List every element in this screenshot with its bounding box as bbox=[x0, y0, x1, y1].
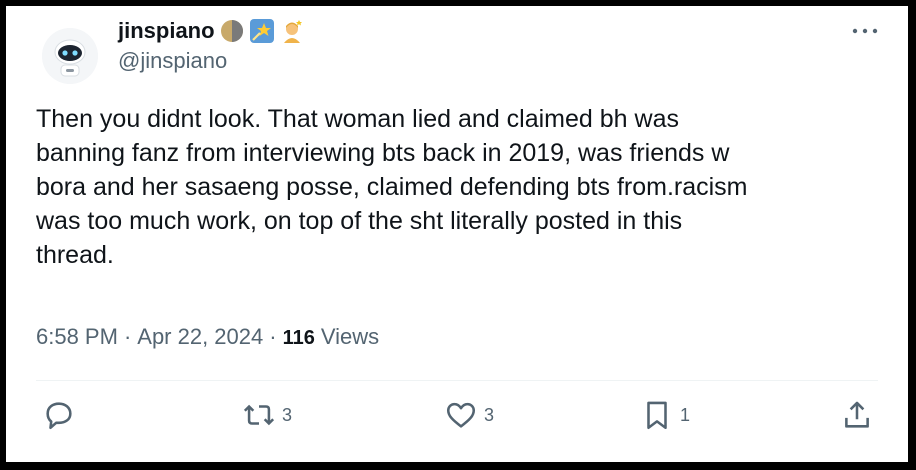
robot-avatar-icon bbox=[42, 28, 98, 84]
bookmark-icon bbox=[647, 401, 667, 430]
tweet-time[interactable]: 6:58 PM bbox=[36, 324, 118, 350]
shooting-star-icon bbox=[249, 18, 275, 44]
retweet-icon bbox=[243, 404, 275, 426]
views-label: Views bbox=[320, 324, 380, 349]
share-icon bbox=[845, 401, 869, 428]
meta-separator: · bbox=[123, 324, 132, 349]
action-bar: 3 3 1 bbox=[36, 398, 878, 438]
like-button[interactable]: 3 bbox=[444, 398, 494, 432]
bookmark-count: 1 bbox=[680, 404, 691, 425]
heart-icon bbox=[446, 402, 476, 428]
author-name-row: jinspiano bbox=[118, 16, 305, 46]
more-options-icon[interactable] bbox=[850, 16, 880, 42]
tweet-meta: 6:58 PM · Apr 22, 2024 · 116 Views bbox=[36, 324, 379, 350]
author-name[interactable]: jinspiano bbox=[118, 18, 215, 44]
bookmark-button[interactable]: 1 bbox=[640, 398, 690, 432]
like-count: 3 bbox=[484, 404, 495, 425]
reply-icon bbox=[46, 402, 72, 430]
share-button[interactable] bbox=[840, 398, 874, 432]
moon-icon bbox=[219, 18, 245, 44]
retweet-count: 3 bbox=[282, 404, 293, 425]
author-handle[interactable]: @jinspiano bbox=[118, 48, 227, 74]
divider bbox=[36, 380, 878, 381]
tweet-date[interactable]: Apr 22, 2024 bbox=[137, 324, 263, 350]
retweet-button[interactable]: 3 bbox=[242, 398, 292, 432]
views-count: 116 bbox=[282, 327, 315, 349]
tweet-card: jinspiano @jinspiano Then you didnt look… bbox=[6, 6, 908, 462]
reply-button[interactable] bbox=[42, 398, 76, 432]
avatar[interactable] bbox=[42, 28, 98, 84]
tweet-text: Then you didnt look. That woman lied and… bbox=[36, 105, 748, 269]
meta-separator: · bbox=[269, 324, 277, 349]
person-emoji-icon bbox=[279, 18, 305, 44]
